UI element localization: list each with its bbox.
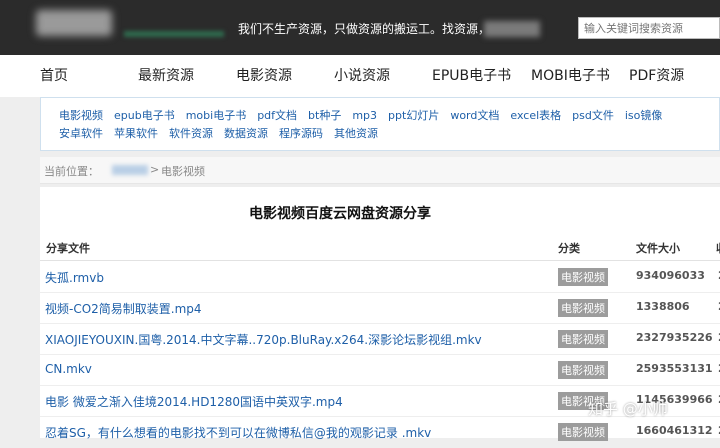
nav-movies[interactable]: 电影资源 bbox=[236, 65, 292, 85]
table-row: 失孤.rmvb 电影视频 934096033 2 bbox=[40, 261, 720, 293]
file-size: 934096033 bbox=[636, 269, 705, 282]
tag-row-1: 电影视频 epub电子书 mobi电子书 pdf文档 bt种子 mp3 ppt幻灯片 word… bbox=[59, 107, 673, 123]
tag-data[interactable]: 数据资源 bbox=[224, 127, 268, 140]
table-row: 忍着SG，有什么想看的电影找不到可以在微博私信@我的观影记录 .mkv 电影视频… bbox=[40, 416, 720, 448]
zhihu-watermark: 知乎 @小帅 bbox=[588, 400, 668, 418]
site-slogan: 我们不生产资源，只做资源的搬运工。找资源， bbox=[238, 22, 491, 36]
col-size: 文件大小 bbox=[636, 242, 680, 255]
top-header: 我们不生产资源，只做资源的搬运工。找资源， bbox=[0, 0, 720, 55]
nav-latest[interactable]: 最新资源 bbox=[138, 65, 194, 85]
tag-bt[interactable]: bt种子 bbox=[308, 109, 341, 122]
tag-epub[interactable]: epub电子书 bbox=[114, 109, 175, 122]
file-link[interactable]: 忍着SG，有什么想看的电影找不到可以在微博私信@我的观影记录 .mkv bbox=[45, 424, 431, 441]
nav-mobi[interactable]: MOBI电子书 bbox=[531, 65, 610, 85]
main-nav: 首页 最新资源 电影资源 小说资源 EPUB电子书 MOBI电子书 PDF资源 bbox=[0, 55, 720, 97]
category-badge[interactable]: 电影视频 bbox=[558, 361, 608, 379]
tag-ppt[interactable]: ppt幻灯片 bbox=[388, 109, 439, 122]
tag-movies[interactable]: 电影视频 bbox=[59, 109, 103, 122]
search-input[interactable] bbox=[578, 17, 720, 39]
file-link[interactable]: CN.mkv bbox=[45, 362, 92, 376]
file-link[interactable]: 视频-CO2简易制取装置.mp4 bbox=[45, 300, 202, 317]
tag-excel[interactable]: excel表格 bbox=[510, 109, 561, 122]
table-header: 分享文件 分类 文件大小 收 bbox=[40, 233, 720, 261]
file-link[interactable]: 电影 微爱之渐入佳境2014.HD1280国语中英双字.mp4 bbox=[45, 393, 343, 410]
tag-mp3[interactable]: mp3 bbox=[352, 109, 377, 122]
file-link[interactable]: 失孤.rmvb bbox=[45, 269, 104, 286]
nav-epub[interactable]: EPUB电子书 bbox=[432, 65, 511, 85]
tag-mobi[interactable]: mobi电子书 bbox=[186, 109, 246, 122]
tag-psd[interactable]: psd文件 bbox=[572, 109, 614, 122]
table-row: CN.mkv 电影视频 2593553131 2 bbox=[40, 354, 720, 386]
page-title: 电影视频百度云网盘资源分享 bbox=[249, 206, 431, 222]
col-extra: 收 bbox=[716, 240, 720, 256]
tag-source[interactable]: 程序源码 bbox=[279, 127, 323, 140]
category-badge[interactable]: 电影视频 bbox=[558, 268, 608, 286]
tag-other[interactable]: 其他资源 bbox=[334, 127, 378, 140]
category-badge[interactable]: 电影视频 bbox=[558, 330, 608, 348]
col-category: 分类 bbox=[558, 242, 580, 255]
nav-pdf[interactable]: PDF资源 bbox=[629, 65, 684, 85]
site-logo[interactable] bbox=[36, 10, 112, 36]
breadcrumb-current: 电影视频 bbox=[161, 165, 205, 178]
file-link[interactable]: XIAOJIEYOUXIN.国粤.2014.中文字幕..720p.BluRay.… bbox=[45, 331, 482, 348]
tag-software[interactable]: 软件资源 bbox=[169, 127, 213, 140]
category-tags: 电影视频 epub电子书 mobi电子书 pdf文档 bt种子 mp3 ppt幻灯片 word… bbox=[40, 97, 720, 151]
nav-novels[interactable]: 小说资源 bbox=[334, 65, 390, 85]
col-file: 分享文件 bbox=[46, 242, 90, 255]
tag-word[interactable]: word文档 bbox=[450, 109, 499, 122]
redacted-site-name bbox=[484, 21, 540, 37]
tag-iso[interactable]: iso镜像 bbox=[625, 109, 663, 122]
logo-underline bbox=[124, 31, 224, 37]
category-badge[interactable]: 电影视频 bbox=[558, 299, 608, 317]
file-size: 1660461312 bbox=[636, 424, 713, 437]
file-size: 2327935226 bbox=[636, 331, 713, 344]
file-size: 1338806 bbox=[636, 300, 690, 313]
breadcrumb-label: 当前位置： bbox=[44, 165, 99, 178]
tag-row-2: 安卓软件 苹果软件 软件资源 数据资源 程序源码 其他资源 bbox=[59, 125, 389, 141]
table-row: XIAOJIEYOUXIN.国粤.2014.中文字幕..720p.BluRay.… bbox=[40, 323, 720, 355]
nav-home[interactable]: 首页 bbox=[40, 65, 68, 85]
category-badge[interactable]: 电影视频 bbox=[558, 423, 608, 441]
file-size: 2593553131 bbox=[636, 362, 713, 375]
tag-pdf[interactable]: pdf文档 bbox=[257, 109, 297, 122]
table-row: 视频-CO2简易制取装置.mp4 电影视频 1338806 2 bbox=[40, 292, 720, 324]
tag-apple[interactable]: 苹果软件 bbox=[114, 127, 158, 140]
breadcrumb-home-link[interactable] bbox=[112, 165, 148, 175]
breadcrumb: 当前位置： > 电影视频 bbox=[40, 157, 720, 184]
breadcrumb-separator: > bbox=[150, 163, 160, 176]
tag-android[interactable]: 安卓软件 bbox=[59, 127, 103, 140]
